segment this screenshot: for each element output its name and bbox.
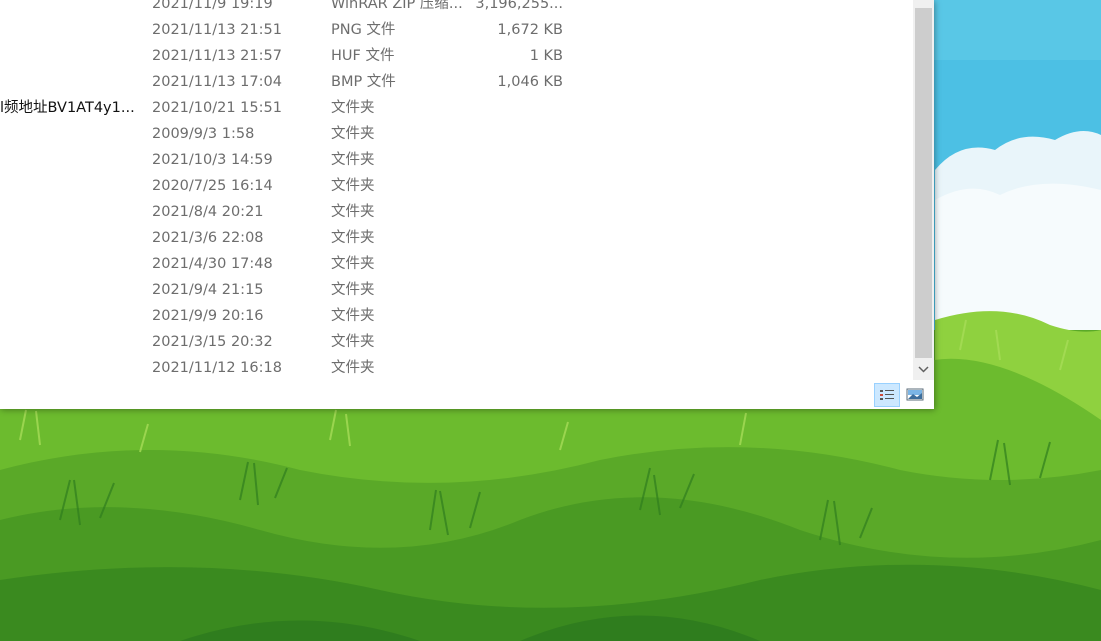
folder-row[interactable]: 2021/10/3 14:59 文件夹 xyxy=(0,147,912,173)
file-row[interactable]: 2021/11/13 21:51 PNG 文件 1,672 KB xyxy=(0,17,912,43)
folder-row[interactable]: l频地址BV1AT4y1... 2021/10/21 15:51 文件夹 xyxy=(0,95,912,121)
folder-date: 2021/10/3 14:59 xyxy=(152,152,273,168)
folder-date: 2020/7/25 16:14 xyxy=(152,178,273,194)
file-size: 1 KB xyxy=(529,48,563,64)
file-size: 1,672 KB xyxy=(497,22,563,38)
folder-row[interactable]: 2021/9/9 20:16 文件夹 xyxy=(0,303,912,329)
folder-date: 2021/3/6 22:08 xyxy=(152,230,264,246)
folder-type: 文件夹 xyxy=(331,360,375,376)
folder-type: 文件夹 xyxy=(331,282,375,298)
folder-row[interactable]: 2021/11/12 16:18 文件夹 xyxy=(0,355,912,381)
file-type: BMP 文件 xyxy=(331,74,396,90)
file-size: 3,196,255... xyxy=(475,0,563,12)
folder-date: 2021/10/21 15:51 xyxy=(152,100,282,116)
chevron-down-icon xyxy=(918,366,929,373)
folder-type: 文件夹 xyxy=(331,256,375,272)
scroll-down-button[interactable] xyxy=(913,358,934,380)
file-size: 1,046 KB xyxy=(497,74,563,90)
folder-date: 2021/11/12 16:18 xyxy=(152,360,282,376)
folder-row[interactable]: 2021/8/4 20:21 文件夹 xyxy=(0,199,912,225)
folder-type: 文件夹 xyxy=(331,334,375,350)
folder-date: 2021/9/4 21:15 xyxy=(152,282,264,298)
folder-date: 2009/9/3 1:58 xyxy=(152,126,255,142)
file-date: 2021/11/13 21:57 xyxy=(152,48,282,64)
folder-type: 文件夹 xyxy=(331,230,375,246)
folder-row[interactable]: 2021/3/6 22:08 文件夹 xyxy=(0,225,912,251)
file-date: 2021/11/13 21:51 xyxy=(152,22,282,38)
folder-date: 2021/3/15 20:32 xyxy=(152,334,273,350)
folder-type: 文件夹 xyxy=(331,152,375,168)
folder-date: 2021/4/30 17:48 xyxy=(152,256,273,272)
file-type: HUF 文件 xyxy=(331,48,395,64)
folder-row[interactable]: 2009/9/3 1:58 文件夹 xyxy=(0,121,912,147)
folder-row[interactable]: 2021/3/15 20:32 文件夹 xyxy=(0,329,912,355)
folder-type: 文件夹 xyxy=(331,126,375,142)
folder-type: 文件夹 xyxy=(331,204,375,220)
large-icons-view-icon xyxy=(906,388,924,401)
file-date: 2021/11/9 19:19 xyxy=(152,0,273,12)
folder-date: 2021/8/4 20:21 xyxy=(152,204,264,220)
file-list: 2021/11/9 19:19 WinRAR ZIP 压缩... 3,196,2… xyxy=(0,0,912,380)
file-date: 2021/11/13 17:04 xyxy=(152,74,282,90)
folder-date: 2021/9/9 20:16 xyxy=(152,308,264,324)
large-icons-view-button[interactable] xyxy=(902,383,928,407)
file-row[interactable]: 2021/11/13 17:04 BMP 文件 1,046 KB xyxy=(0,69,912,95)
folder-type: 文件夹 xyxy=(331,308,375,324)
folder-type: 文件夹 xyxy=(331,100,375,116)
details-view-icon xyxy=(880,390,894,400)
file-type: PNG 文件 xyxy=(331,22,396,38)
file-row[interactable]: 2021/11/9 19:19 WinRAR ZIP 压缩... 3,196,2… xyxy=(0,0,912,17)
vertical-scrollbar[interactable] xyxy=(913,0,934,380)
folder-row[interactable]: 2020/7/25 16:14 文件夹 xyxy=(0,173,912,199)
folder-row[interactable]: 2021/9/4 21:15 文件夹 xyxy=(0,277,912,303)
file-row[interactable]: 2021/11/13 21:57 HUF 文件 1 KB xyxy=(0,43,912,69)
file-explorer-window: 2021/11/9 19:19 WinRAR ZIP 压缩... 3,196,2… xyxy=(0,0,934,409)
folder-type: 文件夹 xyxy=(331,178,375,194)
folder-name: l频地址BV1AT4y1... xyxy=(0,100,135,116)
scrollbar-thumb[interactable] xyxy=(915,8,932,358)
folder-row[interactable]: 2021/4/30 17:48 文件夹 xyxy=(0,251,912,277)
details-view-button[interactable] xyxy=(874,383,900,407)
